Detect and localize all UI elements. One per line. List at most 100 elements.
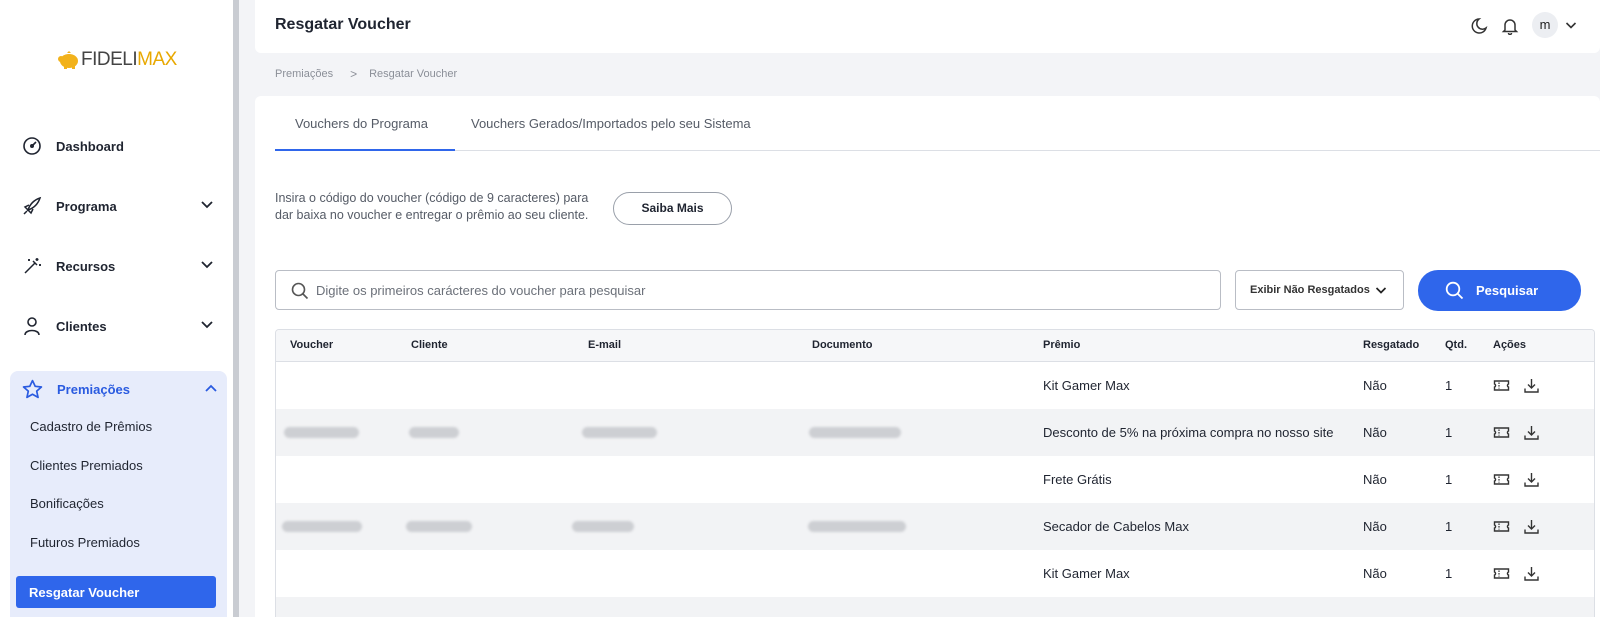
ticket-icon[interactable] xyxy=(1493,424,1510,441)
page-title: Resgatar Voucher xyxy=(275,16,411,33)
cell-qtd: 1 xyxy=(1445,472,1453,487)
tab-vouchers-do-programa[interactable]: Vouchers do Programa xyxy=(295,116,428,131)
col-header-qtd[interactable]: Qtd. xyxy=(1445,339,1467,351)
moon-icon[interactable] xyxy=(1471,17,1489,35)
cell-premio: Frete Grátis xyxy=(1043,472,1112,487)
gauge-icon xyxy=(23,137,41,155)
download-icon[interactable] xyxy=(1523,424,1540,441)
table-row[interactable]: Secador de Cabelos Max Não 1 xyxy=(276,503,1594,550)
table-header: Voucher Cliente E-mail Documento Prêmio … xyxy=(276,330,1594,362)
ticket-icon[interactable] xyxy=(1493,518,1510,535)
sidebar-item-label: Premiações xyxy=(57,381,130,397)
tab-vouchers-gerados-importados[interactable]: Vouchers Gerados/Importados pelo seu Sis… xyxy=(471,116,751,131)
cell-resgatado: Não xyxy=(1363,519,1387,534)
logo-text-primary: FIDELI xyxy=(81,49,138,70)
download-icon[interactable] xyxy=(1523,518,1540,535)
col-header-documento[interactable]: Documento xyxy=(812,339,873,351)
table-row[interactable]: Kit Gamer Max Não 1 xyxy=(276,362,1594,409)
avatar[interactable]: m xyxy=(1532,12,1558,38)
cell-premio: Kit Gamer Max xyxy=(1043,566,1130,581)
redacted-voucher xyxy=(282,521,362,532)
sidebar-item-programa[interactable]: Programa xyxy=(22,194,222,218)
logo[interactable]: FIDELI MAX xyxy=(56,47,177,73)
sidebar-item-label: Dashboard xyxy=(56,138,124,154)
active-tab-indicator xyxy=(275,149,455,151)
redacted-voucher xyxy=(284,427,359,438)
table-row[interactable]: Desconto de 5% na próxima compra no noss… xyxy=(276,409,1594,456)
star-icon xyxy=(22,379,43,398)
breadcrumb-link-premiacoes[interactable]: Premiações xyxy=(275,68,333,80)
redacted-email xyxy=(572,521,634,532)
saiba-mais-button[interactable]: Saiba Mais xyxy=(613,192,732,225)
sidebar: FIDELI MAX Dashboard Programa Recursos Cl… xyxy=(0,0,233,617)
sidebar-subitem-cadastro-de-premios[interactable]: Cadastro de Prêmios xyxy=(30,419,152,434)
cell-premio: Kit Gamer Max xyxy=(1043,378,1130,393)
cell-qtd: 1 xyxy=(1445,566,1453,581)
piggy-bank-icon xyxy=(58,51,78,69)
sidebar-item-recursos[interactable]: Recursos xyxy=(22,254,222,278)
sidebar-item-label: Clientes xyxy=(56,318,107,334)
status-filter-select[interactable]: Exibir Não Resgatados xyxy=(1235,270,1404,310)
cell-qtd: 1 xyxy=(1445,425,1453,440)
col-header-voucher[interactable]: Voucher xyxy=(290,339,333,351)
top-header: Resgatar Voucher m xyxy=(255,0,1600,53)
tab-bar: Vouchers do Programa Vouchers Gerados/Im… xyxy=(275,96,1600,151)
main-card: Vouchers do Programa Vouchers Gerados/Im… xyxy=(255,96,1600,617)
sidebar-divider xyxy=(233,0,239,617)
filter-selected-value: Exibir Não Resgatados xyxy=(1250,284,1370,296)
search-button[interactable]: Pesquisar xyxy=(1418,270,1581,311)
col-header-premio[interactable]: Prêmio xyxy=(1043,339,1080,351)
col-header-cliente[interactable]: Cliente xyxy=(411,339,448,351)
breadcrumb-current: Resgatar Voucher xyxy=(369,68,458,80)
cell-qtd: 1 xyxy=(1445,519,1453,534)
logo-text-accent: MAX xyxy=(137,49,177,70)
sidebar-group-premiacoes: Premiações Cadastro de Prêmios Clientes … xyxy=(10,371,227,617)
col-header-acoes: Ações xyxy=(1493,339,1527,351)
sidebar-item-premiacoes[interactable]: Premiações xyxy=(22,377,222,401)
cell-resgatado: Não xyxy=(1363,566,1387,581)
sidebar-item-label: Recursos xyxy=(56,258,116,274)
rocket-icon xyxy=(23,196,42,215)
user-icon xyxy=(24,317,40,336)
ticket-icon[interactable] xyxy=(1493,565,1510,582)
table-row[interactable]: Frete Grátis Não 1 xyxy=(276,456,1594,503)
redacted-cliente xyxy=(409,427,459,438)
search-icon xyxy=(291,282,309,300)
col-header-resgatado[interactable]: Resgatado xyxy=(1363,339,1419,351)
redacted-cliente xyxy=(406,521,472,532)
redacted-documento xyxy=(809,427,901,438)
cell-resgatado: Não xyxy=(1363,425,1387,440)
sidebar-subitem-clientes-premiados[interactable]: Clientes Premiados xyxy=(30,458,143,473)
redacted-email xyxy=(582,427,657,438)
download-icon[interactable] xyxy=(1523,565,1540,582)
breadcrumb: Premiações > Resgatar Voucher xyxy=(275,67,457,81)
bell-icon[interactable] xyxy=(1501,17,1519,35)
ticket-icon[interactable] xyxy=(1493,471,1510,488)
cell-premio: Secador de Cabelos Max xyxy=(1043,519,1189,534)
voucher-search-box xyxy=(275,270,1221,310)
sidebar-subitem-futuros-premiados[interactable]: Futuros Premiados xyxy=(30,535,140,550)
table-row[interactable] xyxy=(276,597,1594,617)
sidebar-subitem-bonificacoes[interactable]: Bonificações xyxy=(30,496,104,511)
cell-resgatado: Não xyxy=(1363,378,1387,393)
sidebar-item-dashboard[interactable]: Dashboard xyxy=(22,134,222,158)
sidebar-subitem-resgatar-voucher[interactable]: Resgatar Voucher xyxy=(16,576,216,608)
table-row[interactable]: Kit Gamer Max Não 1 xyxy=(276,550,1594,597)
cell-resgatado: Não xyxy=(1363,472,1387,487)
chevron-down-icon xyxy=(1375,287,1387,294)
col-header-email[interactable]: E-mail xyxy=(588,339,621,351)
voucher-search-input[interactable] xyxy=(316,279,1206,301)
ticket-icon[interactable] xyxy=(1493,377,1510,394)
cell-qtd: 1 xyxy=(1445,378,1453,393)
chevron-down-icon xyxy=(201,201,213,209)
chevron-down-icon xyxy=(201,321,213,329)
chevron-down-icon[interactable] xyxy=(1565,21,1577,30)
download-icon[interactable] xyxy=(1523,377,1540,394)
chevron-up-icon xyxy=(205,384,217,392)
sidebar-item-clientes[interactable]: Clientes xyxy=(22,314,222,338)
sidebar-item-label: Programa xyxy=(56,198,117,214)
search-icon xyxy=(1445,281,1464,300)
download-icon[interactable] xyxy=(1523,471,1540,488)
breadcrumb-separator: > xyxy=(350,67,358,81)
redacted-documento xyxy=(808,521,906,532)
